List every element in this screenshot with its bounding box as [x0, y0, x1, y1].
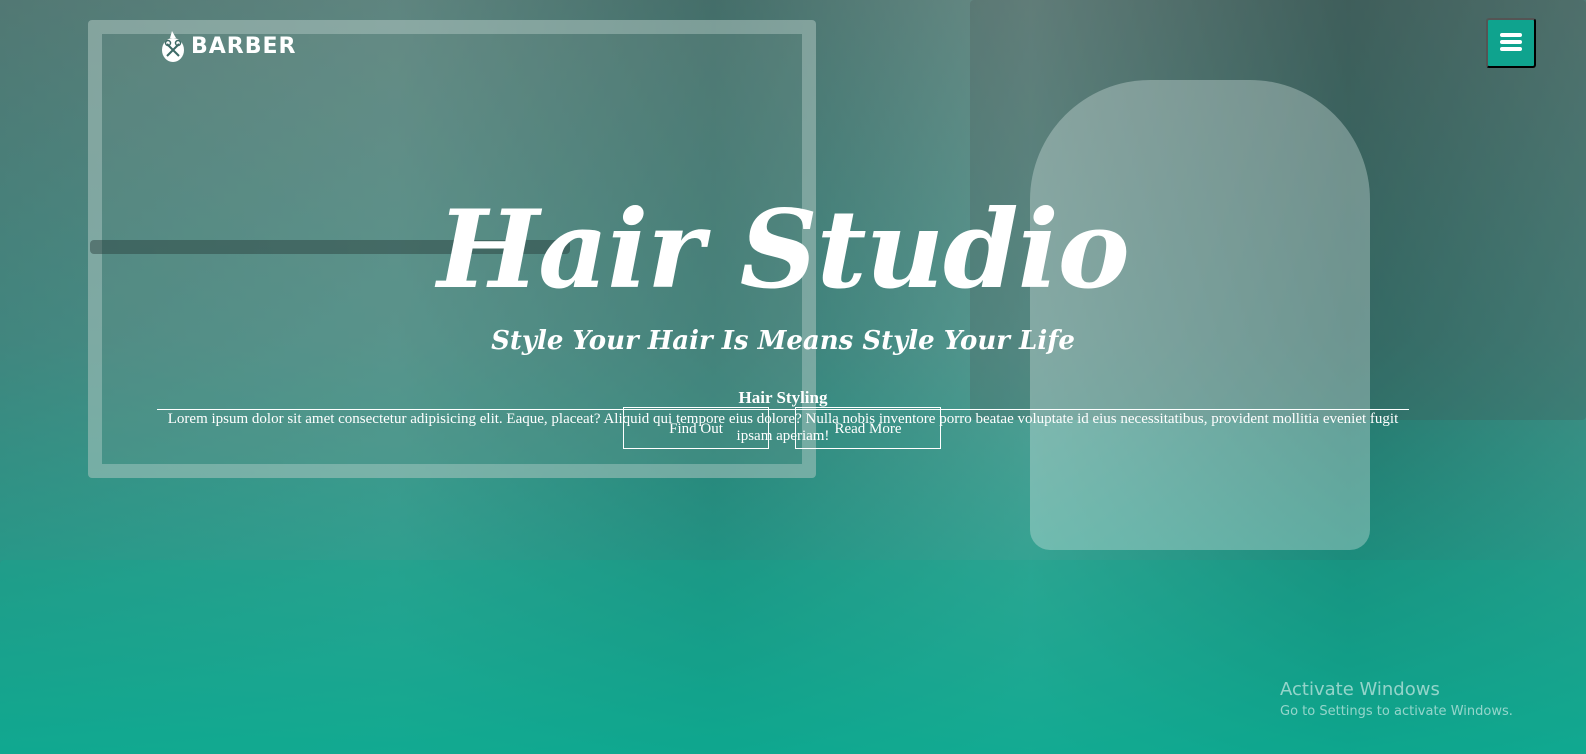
section-heading: Hair Styling — [738, 388, 828, 407]
page-title: Hair Studio — [437, 187, 1130, 313]
hero-section: BARBER Hair Studio Style Your Hair Is Me… — [0, 0, 1586, 754]
section-divider — [157, 409, 1409, 410]
logo-link[interactable]: BARBER — [158, 30, 296, 64]
menu-button[interactable] — [1486, 18, 1536, 68]
hamburger-menu-icon — [1500, 32, 1522, 55]
activate-windows-title: Activate Windows — [1280, 679, 1440, 700]
scissors-comb-icon — [158, 30, 188, 64]
find-out-button[interactable]: Find Out — [623, 407, 769, 449]
page-subtitle: Style Your Hair Is Means Style Your Life — [491, 326, 1075, 356]
background-barber-figure — [1030, 80, 1370, 550]
logo-text: BARBER — [191, 34, 297, 59]
read-more-button[interactable]: Read More — [795, 407, 941, 449]
background-floor — [0, 560, 1586, 754]
activate-windows-watermark: Activate Windows Go to Settings to activ… — [1280, 678, 1513, 722]
activate-windows-subtitle: Go to Settings to activate Windows. — [1280, 704, 1513, 719]
section-paragraph: Lorem ipsum dolor sit amet consectetur a… — [167, 411, 1399, 444]
